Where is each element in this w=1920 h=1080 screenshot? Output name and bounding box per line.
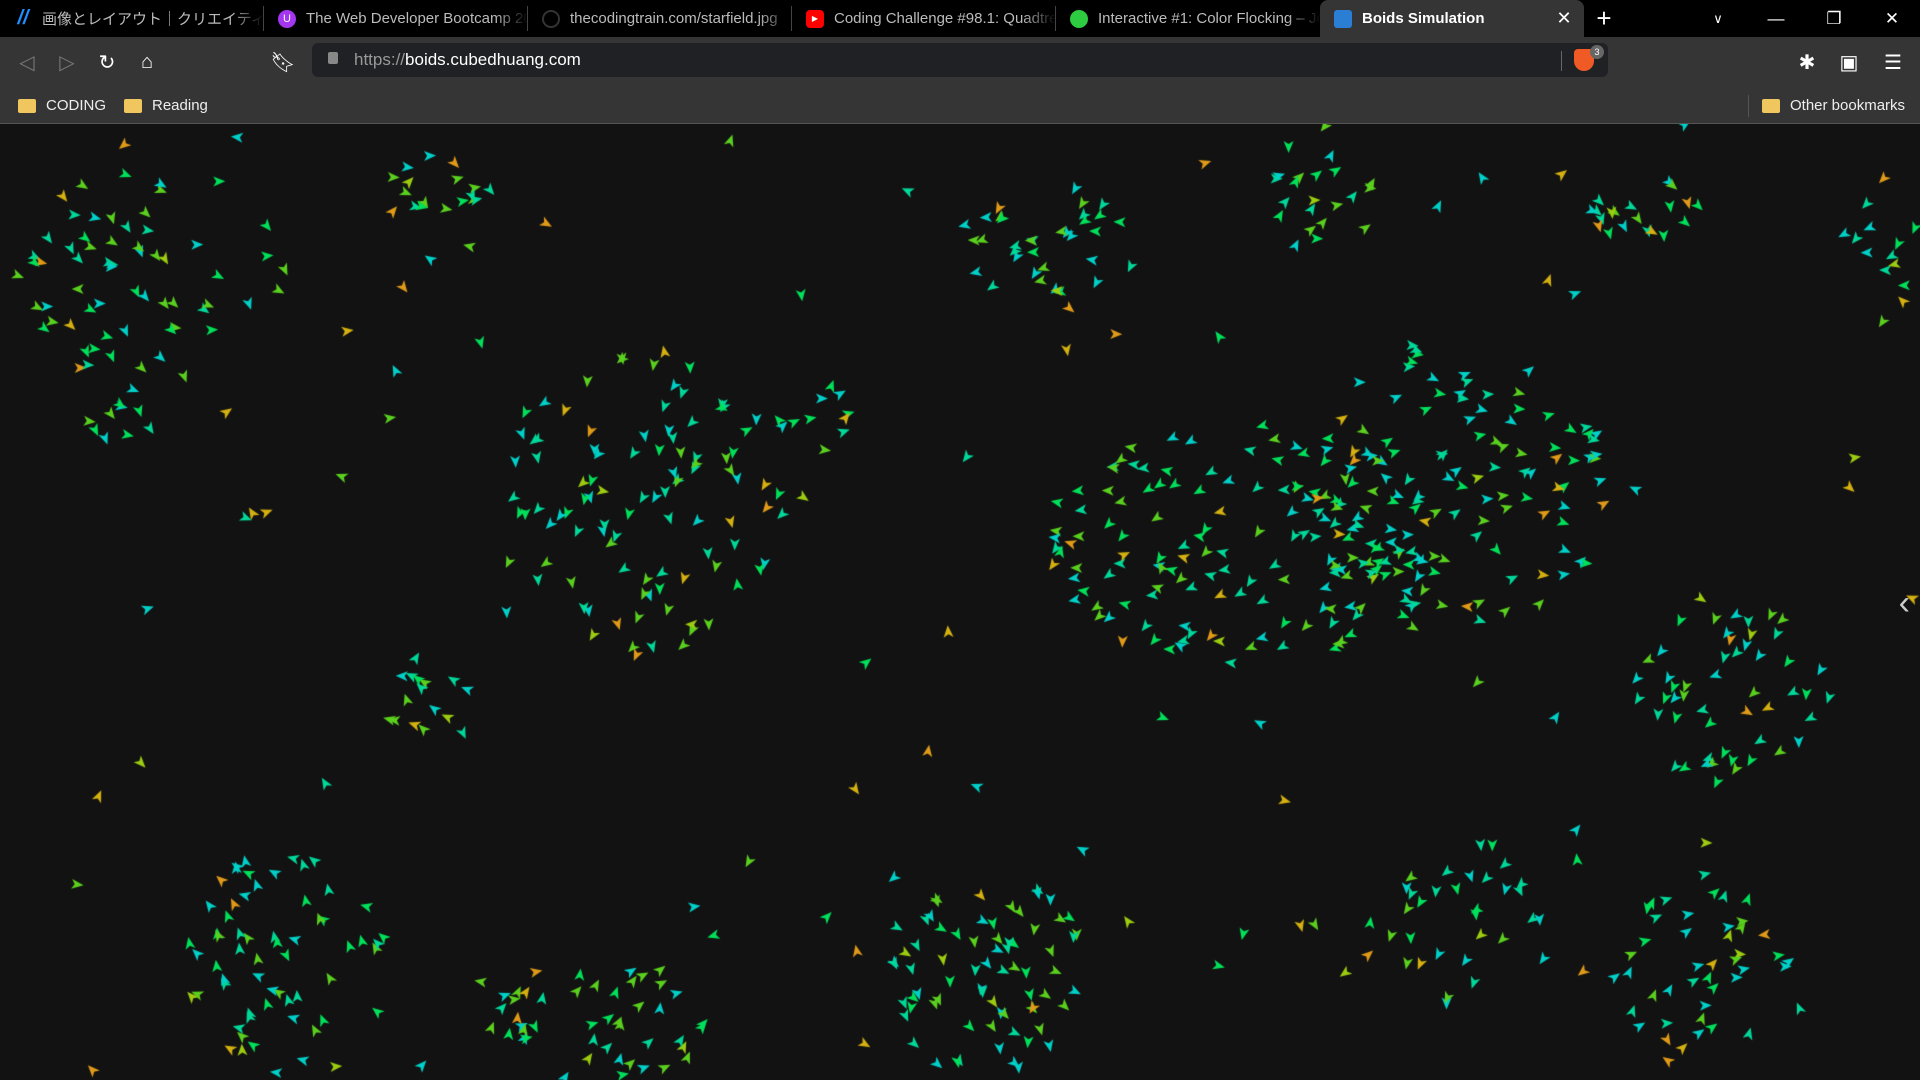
back-button[interactable]: ◁ bbox=[14, 49, 40, 75]
wallet-icon[interactable]: ▣ bbox=[1836, 49, 1862, 75]
tab-search-chevron-icon[interactable]: ∨ bbox=[1690, 0, 1746, 37]
slash-logo-icon: // bbox=[17, 7, 29, 29]
minimize-button[interactable]: — bbox=[1748, 0, 1804, 37]
youtube-icon: ▶ bbox=[806, 9, 824, 28]
extensions-icon[interactable]: ✱ bbox=[1794, 49, 1820, 75]
bookmarks-bar: CODING Reading Other bookmarks bbox=[0, 87, 1920, 124]
reload-button[interactable]: ↻ bbox=[94, 49, 120, 75]
folder-icon bbox=[1762, 98, 1780, 113]
boids-canvas[interactable] bbox=[0, 124, 1920, 1080]
bookmark-folder-coding[interactable]: CODING bbox=[18, 97, 106, 114]
udemy-icon: U bbox=[278, 9, 296, 28]
other-bookmarks[interactable]: Other bookmarks bbox=[1762, 97, 1905, 114]
github-icon bbox=[542, 9, 560, 28]
bookmark-folder-reading[interactable]: Reading bbox=[124, 97, 208, 114]
new-tab-button[interactable]: + bbox=[1584, 0, 1624, 37]
address-bar[interactable]: https://boids.cubedhuang.com 3 bbox=[312, 43, 1608, 77]
tab-color-flocking[interactable]: Interactive #1: Color Flocking – Je bbox=[1056, 0, 1320, 37]
lock-icon bbox=[328, 52, 338, 64]
tab-starfield[interactable]: thecodingtrain.com/starfield.jpg bbox=[528, 0, 792, 37]
folder-icon bbox=[124, 98, 142, 113]
boids-icon bbox=[1334, 9, 1352, 28]
tab-web-dev-bootcamp[interactable]: U The Web Developer Bootcamp 2022 bbox=[264, 0, 528, 37]
close-tab-icon[interactable]: ✕ bbox=[1552, 8, 1576, 29]
bookmark-button[interactable]: 🔖︎ bbox=[270, 49, 296, 75]
menu-icon[interactable]: ☰ bbox=[1880, 49, 1906, 75]
toolbar: ◁ ▷ ↻ ⌂ 🔖︎ https://boids.cubedhuang.com … bbox=[0, 37, 1920, 87]
tab-bar: //画像とレイアウト｜クリエイティブコーディング UThe Web Develo… bbox=[0, 0, 1920, 37]
tab-boids-simulation[interactable]: Boids Simulation ✕ bbox=[1320, 0, 1584, 37]
tab-creative-coding[interactable]: //画像とレイアウト｜クリエイティブコーディング bbox=[0, 0, 264, 37]
restore-button[interactable]: ❐ bbox=[1806, 0, 1862, 37]
folder-icon bbox=[18, 98, 36, 113]
forward-button[interactable]: ▷ bbox=[54, 49, 80, 75]
home-button[interactable]: ⌂ bbox=[134, 49, 160, 75]
url-text[interactable]: https://boids.cubedhuang.com bbox=[354, 50, 581, 70]
close-window-button[interactable]: ✕ bbox=[1864, 0, 1920, 37]
chevron-left-icon[interactable]: ‹ bbox=[1899, 584, 1910, 623]
mushroom-icon bbox=[1070, 9, 1088, 28]
page-content: ‹ bbox=[0, 124, 1920, 1080]
tab-quadtree[interactable]: ▶ Coding Challenge #98.1: Quadtree bbox=[792, 0, 1056, 37]
brave-shields-icon[interactable]: 3 bbox=[1574, 45, 1604, 71]
